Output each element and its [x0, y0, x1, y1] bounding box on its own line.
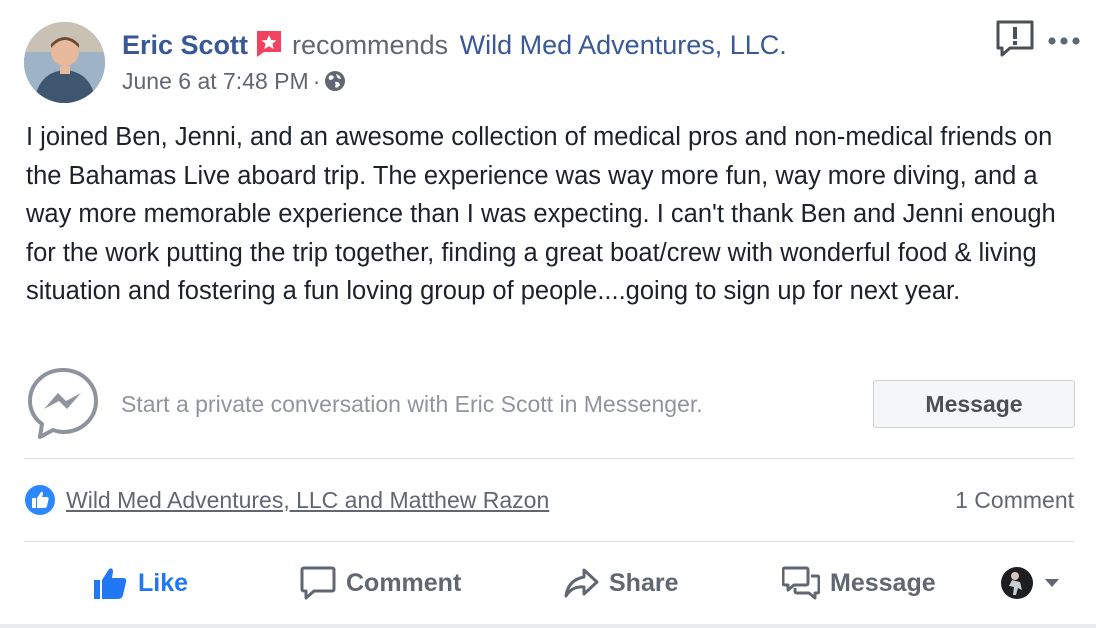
send-message-label: Message — [830, 568, 936, 597]
share-button[interactable]: Share — [563, 560, 678, 606]
author-name[interactable]: Eric Scott — [122, 30, 248, 60]
like-label: Like — [138, 568, 189, 597]
action-verb: recommends — [292, 30, 449, 60]
post-body: I joined Ben, Jenni, and an awesome coll… — [26, 123, 1056, 305]
divider — [24, 458, 1074, 459]
comment-count[interactable]: 1 Comment — [955, 486, 1074, 514]
page-link[interactable]: Wild Med Adventures, LLC. — [460, 30, 787, 60]
messenger-prompt: Start a private conversation with Eric S… — [121, 391, 703, 417]
divider — [24, 541, 1074, 542]
message-button[interactable]: Message — [873, 380, 1075, 428]
star-flag-icon — [254, 28, 284, 65]
reactions-summary[interactable]: Wild Med Adventures, LLC and Matthew Raz… — [66, 486, 549, 514]
like-badge-icon — [24, 484, 56, 521]
author-avatar[interactable] — [24, 22, 105, 103]
messenger-icon — [26, 366, 100, 445]
send-message-button[interactable]: Message — [782, 560, 936, 606]
like-button[interactable]: Like — [92, 560, 188, 606]
post-timestamp[interactable]: June 6 at 7:48 PM — [122, 68, 309, 94]
reaction-identity-selector[interactable] — [1000, 560, 1070, 606]
report-icon[interactable] — [996, 20, 1034, 63]
comment-icon — [300, 566, 336, 600]
thumbs-up-icon — [94, 568, 127, 599]
share-label: Share — [609, 568, 679, 597]
post-meta: June 6 at 7:48 PM · — [122, 67, 346, 98]
message-bubbles-icon — [782, 566, 820, 600]
comment-button[interactable]: Comment — [300, 560, 461, 606]
meta-separator: · — [312, 68, 321, 94]
share-icon — [564, 568, 599, 598]
profile-avatar-icon — [1001, 567, 1033, 599]
more-icon[interactable] — [1047, 33, 1081, 51]
globe-icon[interactable] — [324, 70, 346, 98]
chevron-down-icon — [1045, 579, 1059, 587]
post-bottom-border — [0, 624, 1096, 628]
recommendation-post: Eric Scott recommends Wild Med Adventures… — [0, 0, 1096, 628]
comment-label: Comment — [346, 568, 462, 597]
post-header: Eric Scott recommends Wild Med Adventures… — [122, 28, 787, 65]
